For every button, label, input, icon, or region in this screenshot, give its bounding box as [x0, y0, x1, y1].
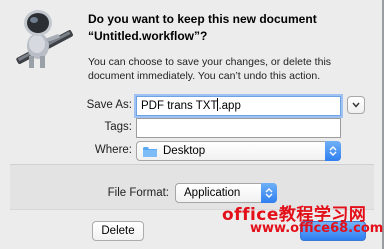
save-as-field[interactable]: PDF trans TXT.app [136, 96, 341, 116]
dialog-body: Do you want to keep this new document “U… [0, 0, 384, 249]
dialog-message: You can choose to save your changes, or … [88, 56, 332, 82]
dialog-title: Do you want to keep this new document “U… [88, 12, 317, 43]
up-down-stepper-icon [329, 146, 337, 156]
chevron-down-icon [352, 102, 360, 108]
save-as-value-tail: .app [218, 100, 241, 112]
automator-robot-icon [16, 10, 73, 68]
save-as-value: PDF trans TXT [141, 100, 218, 112]
delete-button[interactable]: Delete [92, 221, 144, 241]
where-value: Desktop [163, 145, 206, 157]
save-as-label: Save As: [86, 99, 132, 111]
watermark-url: www.office68.com [250, 221, 384, 236]
tags-label: Tags: [104, 121, 133, 133]
where-popup[interactable]: Desktop [136, 141, 341, 161]
folder-icon [143, 147, 157, 157]
expand-button[interactable] [347, 96, 365, 114]
up-down-stepper-icon [265, 188, 273, 198]
tags-field[interactable] [136, 118, 341, 138]
file-format-label: File Format: [107, 187, 169, 199]
where-label: Where: [94, 144, 132, 156]
where-stepper [325, 141, 341, 161]
save-dialog: Do you want to keep this new document “U… [0, 0, 384, 249]
